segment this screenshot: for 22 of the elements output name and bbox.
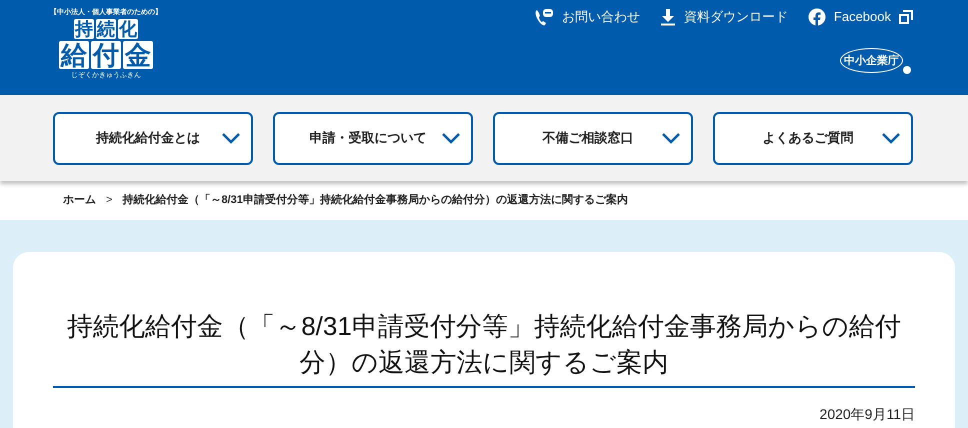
logo-title: 給付金: [59, 41, 153, 69]
breadcrumb-separator: >: [106, 193, 112, 208]
header-link[interactable]: 資料ダウンロード: [660, 7, 788, 27]
nav-menu-button[interactable]: 不備ご相談窓口: [493, 112, 693, 164]
article-title: 持続化給付金（「～8/31申請受付分等」持続化給付金事務局からの給付分）の返還方法に関するご案内: [53, 308, 915, 388]
facebook-icon: [808, 8, 826, 26]
chevron-down-icon: [221, 132, 241, 144]
nav-menu-button[interactable]: 持続化給付金とは: [53, 112, 253, 164]
header-link[interactable]: Facebook: [808, 7, 913, 27]
article-date: 2020年9月11日: [820, 405, 915, 424]
breadcrumb-current: 持続化給付金（「～8/31申請受付分等」持続化給付金事務局からの給付分）の返還方法に関するご案内: [122, 192, 628, 208]
nav-menu-button[interactable]: 申請・受取について: [273, 112, 473, 164]
header-link[interactable]: お問い合わせ: [534, 7, 640, 27]
breadcrumb-link[interactable]: ホーム: [63, 192, 96, 209]
phone-chat-icon: [534, 8, 554, 26]
logo-title: 持続化: [74, 19, 138, 39]
download-icon: [660, 8, 676, 26]
chevron-down-icon: [661, 132, 681, 144]
nav-menu-button[interactable]: よくあるご質問: [713, 112, 913, 164]
chevron-down-icon: [881, 132, 901, 144]
chevron-down-icon: [441, 132, 461, 144]
external-window-icon: [899, 10, 913, 24]
